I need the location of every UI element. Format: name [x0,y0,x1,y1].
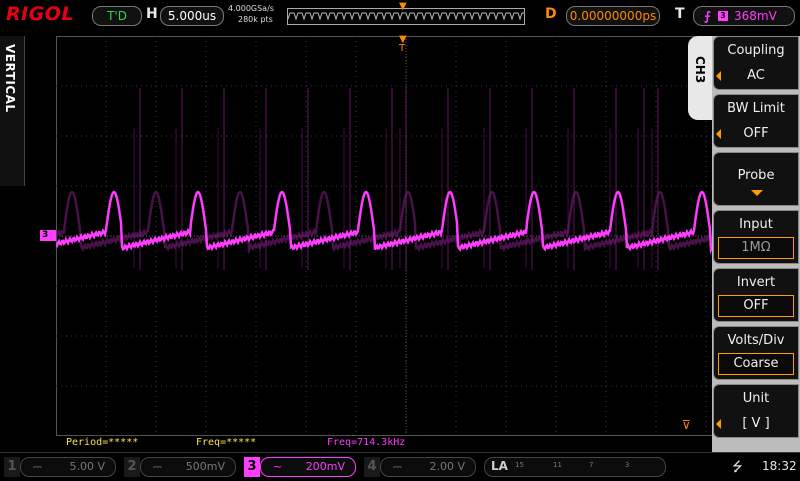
menu-bw-limit-label: BW Limit [727,101,785,116]
trigger-channel-badge: 3 [718,11,728,21]
trigger-level-value: 368mV [734,9,777,23]
channel-2-scale-box: ⎓ 500mV [140,457,236,477]
trigger-level-indicator[interactable]: ⨍ 3 368mV [693,6,795,26]
vertical-tab[interactable]: VERTICAL [0,36,25,186]
la-group-7: 7 [589,461,594,469]
menu-invert-value: OFF [718,295,794,317]
menu-coupling[interactable]: Coupling AC [713,36,799,90]
system-clock: 18:32 [762,459,797,473]
la-group-15: 15 [515,461,524,469]
trigger-status-badge[interactable]: T'D [92,6,142,26]
menu-bw-limit-value: OFF [743,126,769,141]
channel-2-scale: 500mV [185,460,225,473]
trigger-label: T [675,6,685,22]
delay-label: D [545,6,557,22]
channel-2-number: 2 [124,457,140,477]
usb-icon: ⭍ [732,460,743,475]
menu-input-label: Input [739,217,773,232]
menu-input-value: 1MΩ [718,237,794,259]
menu-unit-value: [ V ] [742,416,770,431]
trigger-level-arrow-icon[interactable]: ⊽ [682,418,691,432]
menu-unit-label: Unit [742,391,770,406]
channel-3-scale: 200mV [305,460,345,473]
channel-2-dc-coupling-icon: ⎓ [153,460,162,473]
menu-volts-div[interactable]: Volts/Div Coarse [713,326,799,380]
waveform-grid [56,36,756,436]
channel-3-number: 3 [244,457,260,477]
la-label: LA [491,459,508,473]
menu-volts-div-label: Volts/Div [727,333,785,348]
menu-volts-div-value: Coarse [718,353,794,375]
la-group-11: 11 [553,461,562,469]
channel-4-dc-coupling-icon: ⎓ [393,460,402,473]
sample-rate: 4.000GSa/s [228,4,274,13]
measurement-freq: Freq=***** [196,437,257,448]
memory-depth: 280k pts [238,15,273,24]
menu-invert[interactable]: Invert OFF [713,268,799,322]
trigger-position-marker-icon[interactable]: ▼ T [399,35,407,54]
channel-3-scale-box: ~ 200mV [260,457,356,477]
channel-1-dc-coupling-icon: ⎓ [33,460,42,473]
la-group-3: 3 [625,461,630,469]
menu-invert-label: Invert [736,275,776,290]
logic-analyzer-button[interactable]: LA 15 11 7 3 [484,457,666,477]
rigol-logo: RIGOL [6,3,75,25]
channel-1-number: 1 [4,457,20,477]
menu-coupling-label: Coupling [727,43,785,58]
menu-bw-limit[interactable]: BW Limit OFF [713,94,799,148]
memory-trigger-position-icon: ▼ [399,1,407,12]
menu-probe[interactable]: Probe [713,152,799,206]
rising-edge-icon: ⨍ [704,9,711,23]
channel-1-scale: 5.00 V [69,460,105,473]
ch3-menu-tab[interactable]: CH3 [688,36,712,120]
menu-input[interactable]: Input 1MΩ [713,210,799,264]
channel-4-number: 4 [364,457,380,477]
measurement-period: Period=***** [66,437,139,448]
channel-4-scale: 2.00 V [429,460,465,473]
measurement-freq-ch3: Freq=714.3kHz [327,437,406,448]
ch3-offset-marker[interactable]: 3 [40,230,56,241]
probe-submenu-icon [751,190,763,196]
ch3-menu-tab-label: CH3 [693,56,707,84]
menu-unit[interactable]: Unit [ V ] [713,384,799,438]
graticule [56,36,756,436]
timebase-value[interactable]: 5.000us [160,6,224,26]
trigger-delay-value[interactable]: 0.00000000ps [566,6,660,26]
channel-1-scale-box: ⎓ 5.00 V [20,457,116,477]
vertical-tab-label: VERTICAL [3,44,17,113]
channel-4-scale-box: ⎓ 2.00 V [380,457,476,477]
menu-coupling-value: AC [747,68,765,83]
horizontal-label: H [146,6,158,22]
channel-3-ac-coupling-icon: ~ [273,460,283,473]
menu-probe-label: Probe [737,168,775,183]
